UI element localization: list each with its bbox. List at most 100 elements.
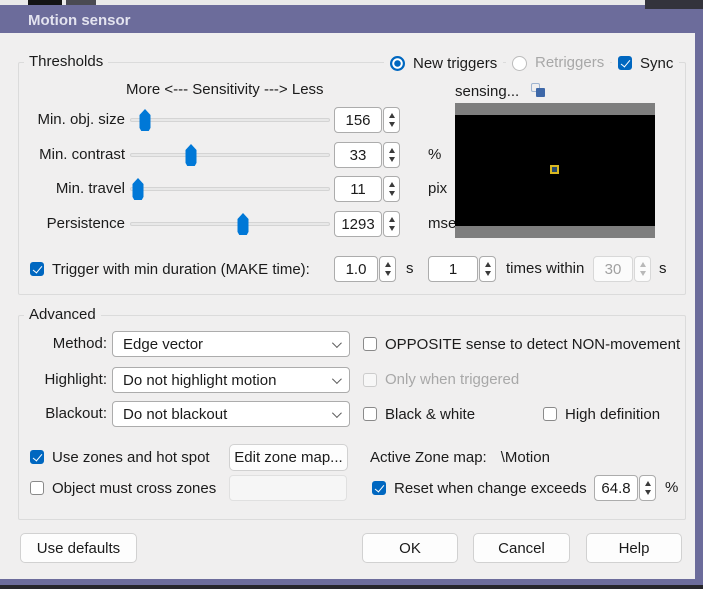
spin-buttons[interactable]: [383, 176, 400, 202]
spin-up-icon[interactable]: [388, 181, 395, 187]
slider-track[interactable]: [130, 153, 330, 157]
checkbox-disabled-icon: [363, 373, 377, 387]
slider-thumb[interactable]: [185, 144, 197, 166]
high-definition-checkbox[interactable]: High definition: [543, 404, 660, 424]
min-travel-label: Min. travel: [55, 180, 125, 197]
object-cross-zones-checkbox[interactable]: Object must cross zones: [30, 478, 216, 498]
reset-threshold-spinner[interactable]: 64.8: [594, 475, 656, 501]
count-spinner[interactable]: 1: [428, 256, 496, 282]
spin-buttons[interactable]: [383, 107, 400, 133]
spin-buttons[interactable]: [379, 256, 396, 282]
highlight-dropdown[interactable]: Do not highlight motion: [112, 367, 350, 393]
copy-icon[interactable]: [531, 83, 547, 99]
active-zone-map: Active Zone map: \Motion: [370, 447, 550, 467]
black-white-checkbox[interactable]: Black & white: [363, 404, 475, 424]
min-obj-size-value[interactable]: 156: [334, 107, 382, 133]
method-label: Method:: [52, 335, 107, 352]
spin-down-icon[interactable]: [388, 157, 395, 163]
checkbox-unchecked-icon[interactable]: [543, 407, 557, 421]
spin-up-icon[interactable]: [388, 216, 395, 222]
persistence-value[interactable]: 1293: [334, 211, 382, 237]
min-contrast-spinner[interactable]: 33: [334, 142, 400, 168]
checkbox-unchecked-icon[interactable]: [363, 407, 377, 421]
background-window-fragment: [0, 585, 703, 589]
duration-unit: s: [406, 260, 414, 277]
use-zones-checkbox[interactable]: Use zones and hot spot: [30, 447, 210, 467]
spin-up-icon[interactable]: [644, 480, 651, 486]
reset-when-change-label: Reset when change exceeds: [394, 479, 587, 497]
slider-thumb[interactable]: [139, 109, 151, 131]
trigger-min-duration-checkbox[interactable]: Trigger with min duration (MAKE time):: [30, 259, 310, 279]
thresholds-group-label: Thresholds: [24, 53, 109, 71]
checkbox-unchecked-icon[interactable]: [363, 337, 377, 351]
blackout-dropdown[interactable]: Do not blackout: [112, 401, 350, 427]
checkbox-checked-icon[interactable]: [372, 481, 386, 495]
spin-down-icon[interactable]: [644, 490, 651, 496]
opposite-sense-label: OPPOSITE sense to detect NON-movement: [385, 335, 681, 353]
spin-down-icon[interactable]: [384, 271, 391, 277]
sensitivity-header: More <--- Sensitivity ---> Less: [126, 81, 324, 98]
min-contrast-label: Min. contrast: [39, 146, 125, 163]
count-value[interactable]: 1: [428, 256, 478, 282]
cancel-button[interactable]: Cancel: [473, 533, 570, 563]
min-obj-size-label: Min. obj. size: [37, 111, 125, 128]
slider-thumb[interactable]: [237, 213, 249, 235]
dialog-body: Thresholds New triggers Retriggers Sync …: [0, 33, 695, 579]
slider-thumb[interactable]: [132, 178, 144, 200]
persistence-label: Persistence: [46, 215, 125, 232]
spin-up-icon[interactable]: [388, 147, 395, 153]
new-triggers-radio[interactable]: New triggers: [384, 53, 504, 73]
min-travel-value[interactable]: 11: [334, 176, 382, 202]
spin-down-icon[interactable]: [484, 271, 491, 277]
checkbox-checked-icon[interactable]: [30, 262, 44, 276]
edit-zone-map-button[interactable]: Edit zone map...: [229, 444, 348, 471]
spin-buttons[interactable]: [479, 256, 496, 282]
min-travel-spinner[interactable]: 11: [334, 176, 400, 202]
persistence-slider[interactable]: [130, 211, 330, 237]
slider-track[interactable]: [130, 187, 330, 191]
reset-when-change-checkbox[interactable]: Reset when change exceeds: [372, 478, 587, 498]
reset-threshold-value[interactable]: 64.8: [594, 475, 638, 501]
spin-up-icon[interactable]: [384, 261, 391, 267]
min-contrast-slider[interactable]: [130, 142, 330, 168]
ok-button[interactable]: OK: [362, 533, 458, 563]
radio-selected-icon[interactable]: [390, 55, 405, 71]
min-travel-slider[interactable]: [130, 176, 330, 202]
spin-up-icon[interactable]: [388, 112, 395, 118]
spin-down-icon[interactable]: [388, 191, 395, 197]
method-value: Edge vector: [123, 335, 204, 353]
persistence-spinner[interactable]: 1293: [334, 211, 400, 237]
min-obj-size-spinner[interactable]: 156: [334, 107, 400, 133]
slider-track[interactable]: [130, 118, 330, 122]
duration-value[interactable]: 1.0: [334, 256, 378, 282]
duration-spinner[interactable]: 1.0: [334, 256, 396, 282]
method-dropdown[interactable]: Edge vector: [112, 331, 350, 357]
sensing-preview: [455, 103, 655, 238]
min-travel-unit: pix: [428, 180, 448, 197]
checkbox-unchecked-icon[interactable]: [30, 481, 44, 495]
retriggers-radio[interactable]: Retriggers: [506, 53, 611, 73]
spin-buttons[interactable]: [639, 475, 656, 501]
min-obj-size-slider[interactable]: [130, 107, 330, 133]
sync-checkbox[interactable]: Sync: [612, 53, 680, 73]
help-button[interactable]: Help: [586, 533, 682, 563]
background-window-fragment: [645, 0, 703, 9]
checkbox-checked-icon[interactable]: [30, 450, 44, 464]
slider-track[interactable]: [130, 222, 330, 226]
spin-down-icon[interactable]: [388, 226, 395, 232]
spin-buttons[interactable]: [383, 142, 400, 168]
only-when-triggered-label: Only when triggered: [385, 371, 520, 388]
window-spinner-disabled: 30: [593, 256, 651, 282]
spin-buttons[interactable]: [383, 211, 400, 237]
use-zones-label: Use zones and hot spot: [52, 448, 210, 466]
spin-up-icon[interactable]: [484, 261, 491, 267]
spin-down-icon[interactable]: [388, 122, 395, 128]
checkbox-checked-icon[interactable]: [618, 56, 632, 70]
min-contrast-value[interactable]: 33: [334, 142, 382, 168]
use-defaults-button[interactable]: Use defaults: [20, 533, 137, 563]
preview-bottom-bar: [455, 226, 655, 238]
use-defaults-label: Use defaults: [36, 539, 121, 557]
new-triggers-label: New triggers: [413, 54, 498, 72]
highlight-label: Highlight:: [44, 371, 107, 388]
opposite-sense-checkbox[interactable]: OPPOSITE sense to detect NON-movement: [363, 334, 680, 354]
